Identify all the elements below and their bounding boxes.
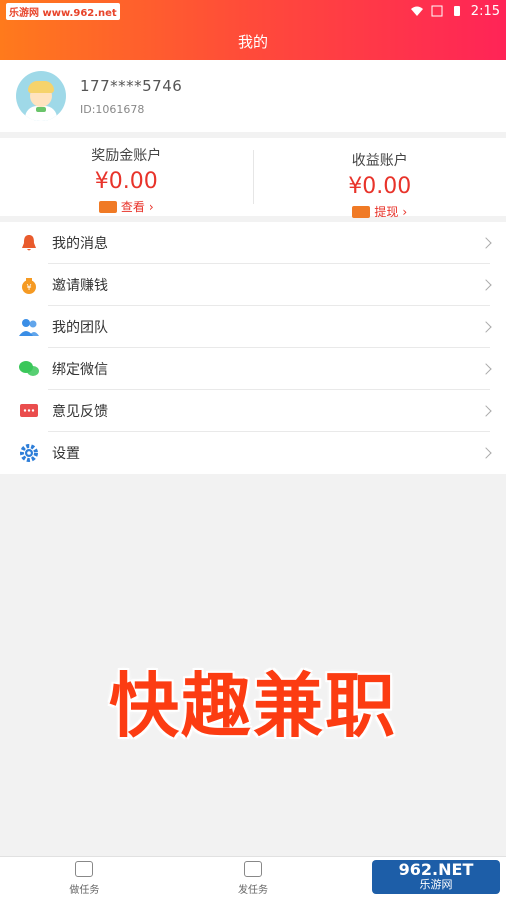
withdraw-label: 提现 bbox=[374, 205, 399, 219]
app-name-watermark: 快趣兼职 bbox=[109, 665, 397, 747]
tab-do-task[interactable]: 做任务 bbox=[0, 857, 169, 900]
menu-label: 意见反馈 bbox=[52, 404, 108, 420]
withdraw-icon bbox=[352, 205, 371, 218]
chevron-right-icon bbox=[480, 237, 492, 249]
tab-label: 做任务 bbox=[69, 885, 100, 896]
menu-item-messages[interactable]: 我的消息 bbox=[0, 222, 506, 264]
reward-account: 奖励金账户 ¥0.00 查看 › bbox=[0, 138, 253, 216]
income-account-amount: ¥0.00 bbox=[348, 174, 412, 199]
money-bag-icon: ¥ bbox=[18, 274, 40, 296]
chevron-right-icon bbox=[480, 363, 492, 375]
status-time: 2:15 bbox=[470, 3, 500, 19]
page-title: 我的 bbox=[237, 32, 268, 51]
menu-label: 绑定微信 bbox=[52, 362, 108, 378]
feedback-icon bbox=[18, 400, 40, 422]
reward-account-title: 奖励金账户 bbox=[91, 148, 162, 164]
gear-icon bbox=[18, 442, 40, 464]
withdraw-button[interactable]: 提现 › bbox=[352, 203, 407, 220]
view-button[interactable]: 查看 › bbox=[98, 198, 154, 215]
team-icon bbox=[18, 316, 40, 338]
signal-icon bbox=[431, 5, 443, 17]
user-id: ID:1061678 bbox=[80, 102, 145, 116]
bottom-tab-bar: 做任务 发任务 962.NET 乐游网 bbox=[0, 856, 506, 900]
post-task-icon bbox=[244, 861, 262, 877]
chevron-right-icon bbox=[480, 405, 492, 417]
clipboard-icon bbox=[75, 861, 94, 877]
menu-label: 我的团队 bbox=[52, 320, 108, 336]
menu-label: 邀请赚钱 bbox=[52, 278, 108, 294]
site-logo: 962.NET 乐游网 bbox=[372, 860, 500, 894]
site-watermark-tag: 乐游网 www.962.net bbox=[6, 2, 120, 20]
avatar[interactable] bbox=[16, 71, 66, 121]
view-label: 查看 bbox=[120, 200, 145, 214]
income-account-title: 收益账户 bbox=[351, 153, 408, 169]
svg-text:¥: ¥ bbox=[26, 283, 31, 292]
menu-item-feedback[interactable]: 意见反馈 bbox=[0, 390, 506, 432]
menu-item-invite[interactable]: ¥ 邀请赚钱 bbox=[0, 264, 506, 306]
chevron-right-icon bbox=[480, 279, 492, 291]
menu-label: 我的消息 bbox=[52, 236, 108, 252]
menu-item-wechat[interactable]: 绑定微信 bbox=[0, 348, 506, 390]
profile-card[interactable]: 177****5746 ID:1061678 bbox=[0, 60, 506, 132]
account-balances: 奖励金账户 ¥0.00 查看 › 收益账户 ¥0.00 提现 › bbox=[0, 138, 506, 219]
reward-account-amount: ¥0.00 bbox=[94, 169, 158, 194]
battery-icon bbox=[453, 6, 460, 16]
menu-item-settings[interactable]: 设置 bbox=[0, 432, 506, 474]
card-icon bbox=[98, 200, 117, 213]
menu-list: 我的消息 ¥ 邀请赚钱 我的团队 绑定微信 意见反馈 设置 bbox=[0, 222, 506, 474]
chevron-right-icon bbox=[480, 447, 492, 459]
tab-label: 发任务 bbox=[238, 885, 268, 896]
status-icons: 2:15 bbox=[410, 3, 500, 19]
income-account: 收益账户 ¥0.00 提现 › bbox=[252, 150, 506, 219]
user-phone: 177****5746 bbox=[80, 76, 183, 95]
chevron-right-icon bbox=[480, 321, 492, 333]
chevron-right-icon: › bbox=[402, 204, 408, 219]
status-bar: 乐游网 www.962.net 2:15 bbox=[0, 0, 506, 22]
tab-post-task[interactable]: 发任务 bbox=[169, 857, 338, 900]
wifi-icon bbox=[410, 6, 423, 16]
chevron-right-icon: › bbox=[148, 199, 154, 214]
app-header: 乐游网 www.962.net 2:15 我的 bbox=[0, 0, 506, 60]
wechat-icon bbox=[18, 358, 40, 380]
menu-item-team[interactable]: 我的团队 bbox=[0, 306, 506, 348]
menu-label: 设置 bbox=[52, 446, 80, 462]
bell-icon bbox=[18, 232, 40, 254]
